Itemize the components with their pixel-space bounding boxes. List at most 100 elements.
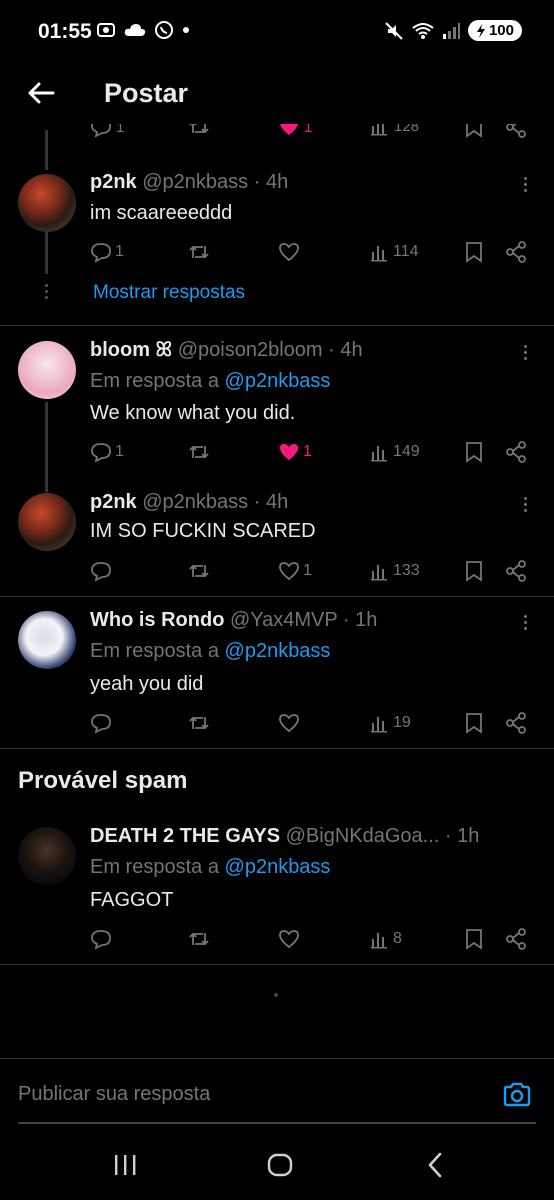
views-button[interactable]: 114	[370, 239, 419, 265]
tweet-text: FAGGOT	[90, 889, 174, 911]
bookmark-button[interactable]	[465, 558, 483, 584]
tweet[interactable]: bloom ꕤ @poison2bloom · 4h Em resposta a…	[0, 338, 554, 478]
share-button[interactable]	[505, 124, 527, 138]
home-button[interactable]	[265, 1150, 295, 1180]
retweet-button[interactable]	[188, 239, 210, 265]
more-options-button[interactable]	[524, 494, 528, 515]
bookmark-icon	[466, 242, 482, 263]
divider	[0, 596, 554, 597]
bookmark-icon	[466, 124, 482, 138]
bookmark-icon	[466, 561, 482, 582]
reply-context-prefix: Em resposta a	[90, 640, 225, 662]
bookmark-button[interactable]	[465, 439, 483, 465]
retweet-button[interactable]	[188, 124, 210, 138]
nav-back-button[interactable]	[420, 1150, 450, 1180]
tweet-text: IM SO FUCKIN SCARED	[90, 520, 316, 542]
reply-to-link[interactable]: @p2nkbass	[225, 640, 331, 662]
divider	[0, 748, 554, 749]
share-button[interactable]	[505, 439, 527, 465]
reply-to-link[interactable]: @p2nkbass	[225, 856, 331, 878]
more-options-button[interactable]	[524, 342, 528, 363]
reply-to-link[interactable]: @p2nkbass	[225, 370, 331, 392]
more-options-button[interactable]	[524, 612, 528, 633]
author-name[interactable]: p2nk	[90, 491, 137, 513]
views-button[interactable]: 149	[370, 439, 420, 465]
author-name[interactable]: p2nk	[90, 171, 137, 193]
author-handle-time: @p2nkbass · 4h	[142, 491, 289, 513]
divider	[0, 325, 554, 326]
reply-icon	[91, 443, 111, 463]
views-button[interactable]: 19	[370, 710, 411, 736]
avatar[interactable]	[18, 341, 76, 399]
show-replies-link[interactable]: Mostrar respostas	[93, 282, 245, 304]
tweet[interactable]: p2nk @p2nkbass · 4h im scaareeeddd 1 114	[0, 170, 554, 320]
reply-button[interactable]	[90, 710, 112, 736]
share-button[interactable]	[505, 558, 527, 584]
reply-button[interactable]	[90, 926, 112, 952]
reply-button[interactable]	[90, 558, 112, 584]
like-button[interactable]	[278, 710, 300, 736]
views-button[interactable]: 128	[370, 124, 419, 136]
recent-apps-button[interactable]	[110, 1150, 140, 1180]
share-button[interactable]	[505, 710, 527, 736]
author-name[interactable]: DEATH 2 THE GAYS	[90, 825, 280, 847]
share-button[interactable]	[505, 239, 527, 265]
like-button[interactable]: 1	[278, 439, 312, 465]
more-icon	[524, 345, 527, 348]
retweet-button[interactable]	[188, 439, 210, 465]
share-icon	[506, 124, 526, 138]
screenshot-icon	[97, 23, 115, 37]
loading-indicator	[274, 993, 278, 997]
retweet-icon	[189, 124, 209, 134]
like-button[interactable]: 1	[278, 558, 312, 584]
reply-input[interactable]	[18, 1083, 458, 1106]
reply-button[interactable]: 1	[90, 239, 124, 265]
reply-count: 1	[116, 124, 125, 136]
tweet[interactable]: Who is Rondo @Yax4MVP · 1h Em resposta a…	[0, 608, 554, 738]
more-icon	[524, 177, 527, 180]
avatar[interactable]	[18, 174, 76, 232]
reply-icon	[91, 562, 111, 582]
bookmark-button[interactable]	[465, 710, 483, 736]
author-name[interactable]: Who is Rondo	[90, 609, 224, 631]
retweet-button[interactable]	[188, 926, 210, 952]
battery-indicator: 100	[467, 20, 522, 41]
avatar[interactable]	[18, 493, 76, 551]
views-button[interactable]: 8	[370, 926, 402, 952]
share-icon	[506, 441, 526, 463]
author-name[interactable]: bloom ꕤ	[90, 339, 172, 361]
reply-button[interactable]: 1	[90, 439, 124, 465]
status-notification-icons	[96, 20, 190, 40]
system-navigation-bar	[0, 1130, 554, 1200]
retweet-button[interactable]	[188, 710, 210, 736]
like-button[interactable]	[278, 239, 300, 265]
more-options-button[interactable]	[524, 174, 528, 195]
views-button[interactable]: 133	[370, 558, 420, 584]
retweet-button[interactable]	[188, 558, 210, 584]
author-handle-time: @p2nkbass · 4h	[142, 171, 289, 193]
view-count: 114	[393, 243, 419, 260]
view-count: 19	[393, 714, 411, 731]
share-icon	[506, 712, 526, 734]
tweet[interactable]: DEATH 2 THE GAYS @BigNKdaGoa... · 1h Em …	[0, 824, 554, 954]
mute-icon	[385, 21, 403, 40]
retweet-icon	[189, 716, 209, 730]
like-button[interactable]: 1	[278, 124, 312, 138]
reply-button[interactable]: 1	[90, 124, 124, 138]
bookmark-button[interactable]	[465, 926, 483, 952]
reply-icon	[91, 243, 111, 263]
divider	[0, 964, 554, 965]
retweet-icon	[189, 932, 209, 946]
avatar[interactable]	[18, 611, 76, 669]
back-button[interactable]	[24, 76, 58, 110]
share-button[interactable]	[505, 926, 527, 952]
like-button[interactable]	[278, 926, 300, 952]
author-handle-time: @poison2bloom · 4h	[177, 339, 363, 361]
reply-context-prefix: Em resposta a	[90, 370, 225, 392]
retweet-icon	[189, 245, 209, 259]
bookmark-button[interactable]	[465, 124, 483, 138]
avatar[interactable]	[18, 827, 76, 885]
camera-button[interactable]	[502, 1081, 532, 1109]
bookmark-button[interactable]	[465, 239, 483, 265]
tweet[interactable]: p2nk @p2nkbass · 4h IM SO FUCKIN SCARED …	[0, 490, 554, 590]
